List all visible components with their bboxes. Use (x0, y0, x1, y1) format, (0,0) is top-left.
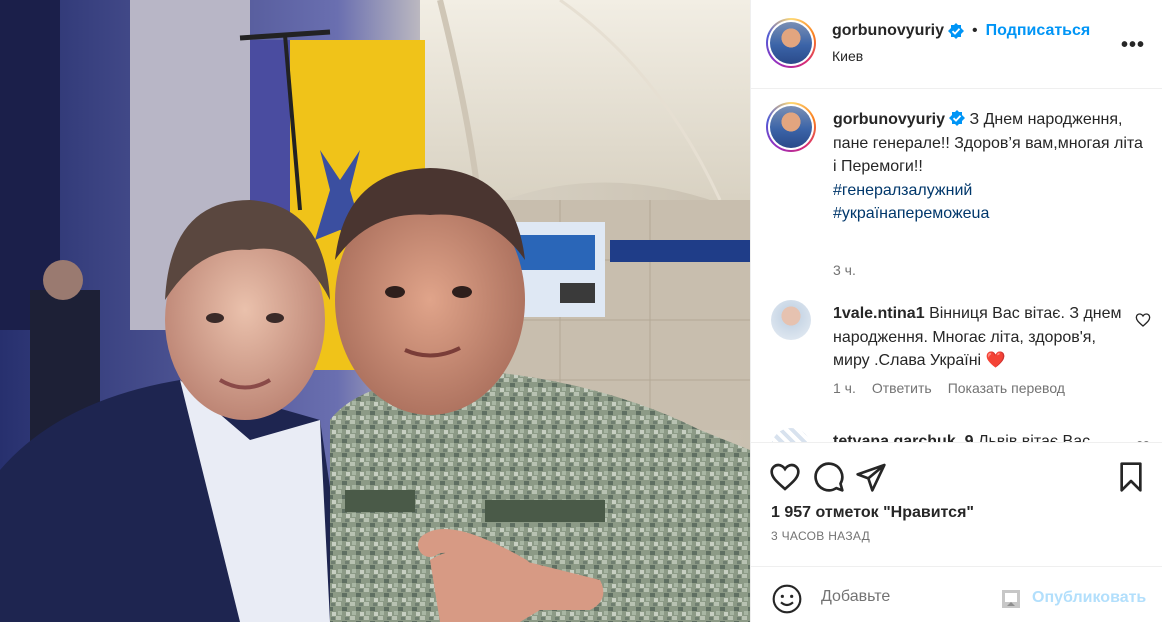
separator-dot: • (972, 22, 978, 39)
post-age: 3 ЧАСОВ НАЗАД (771, 529, 871, 543)
emoji-smiley-icon[interactable] (771, 583, 803, 615)
commenter-username[interactable]: 1vale.ntina1 (833, 305, 925, 322)
commenter-username[interactable]: tetyana.garchuk_9 (833, 433, 974, 442)
comment-bubble-icon[interactable] (813, 461, 845, 493)
heart-emoji: ❤️ (985, 352, 1006, 369)
caption-time: 3 ч. (833, 262, 856, 278)
caption-avatar[interactable] (766, 102, 816, 152)
caption-text-block: gorbunovyuriy З Днем народження, пане ге… (833, 108, 1143, 226)
attach-image-icon[interactable] (1001, 589, 1021, 609)
comment-meta: 1 ч. Ответить Показать перевод (833, 380, 1065, 396)
publish-comment-button[interactable]: Опубликовать (1032, 589, 1146, 607)
comment-text-block: 1vale.ntina1 Вінниця Вас вітає. З днем н… (833, 302, 1123, 373)
instagram-post: gorbunovyuriy • Подписаться Киев ••• gor… (0, 0, 1162, 622)
show-translation-button[interactable]: Показать перевод (948, 380, 1065, 396)
verified-badge-icon (949, 110, 966, 126)
photo-illustration (0, 0, 750, 622)
more-options-button[interactable]: ••• (1121, 34, 1145, 57)
post-location[interactable]: Киев (832, 48, 863, 64)
reply-button[interactable]: Ответить (872, 380, 932, 396)
save-bookmark-icon[interactable] (1115, 461, 1147, 493)
comment-text: Львів вітає Вас (977, 433, 1091, 442)
share-paper-plane-icon[interactable] (855, 461, 887, 493)
verified-badge-icon (948, 23, 965, 39)
caption-username[interactable]: gorbunovyuriy (833, 111, 945, 128)
follow-button[interactable]: Подписаться (986, 22, 1091, 40)
comment-text-block: tetyana.garchuk_9 Львів вітає Вас (833, 430, 1153, 442)
author-line: gorbunovyuriy • Подписаться (832, 22, 1090, 40)
comments-area[interactable]: gorbunovyuriy З Днем народження, пане ге… (751, 90, 1162, 442)
like-comment-heart-icon[interactable] (1135, 312, 1151, 328)
author-username[interactable]: gorbunovyuriy (832, 22, 944, 40)
post-actions: 1 957 отметок "Нравится" 3 ЧАСОВ НАЗАД (751, 442, 1162, 566)
comment-time: 1 ч. (833, 380, 856, 396)
commenter-avatar[interactable] (771, 428, 811, 442)
likes-count[interactable]: 1 957 отметок "Нравится" (771, 504, 974, 522)
add-comment-bar: Опубликовать (751, 566, 1162, 622)
hashtag-link[interactable]: #українапереможеua (833, 202, 1143, 226)
author-avatar[interactable] (766, 18, 816, 68)
hashtag-link[interactable]: #генералзалужний (833, 179, 1143, 203)
post-header: gorbunovyuriy • Подписаться Киев ••• (751, 0, 1162, 89)
post-side-panel: gorbunovyuriy • Подписаться Киев ••• gor… (750, 0, 1162, 622)
like-heart-icon[interactable] (769, 461, 801, 493)
commenter-avatar[interactable] (771, 300, 811, 340)
post-photo[interactable] (0, 0, 750, 622)
